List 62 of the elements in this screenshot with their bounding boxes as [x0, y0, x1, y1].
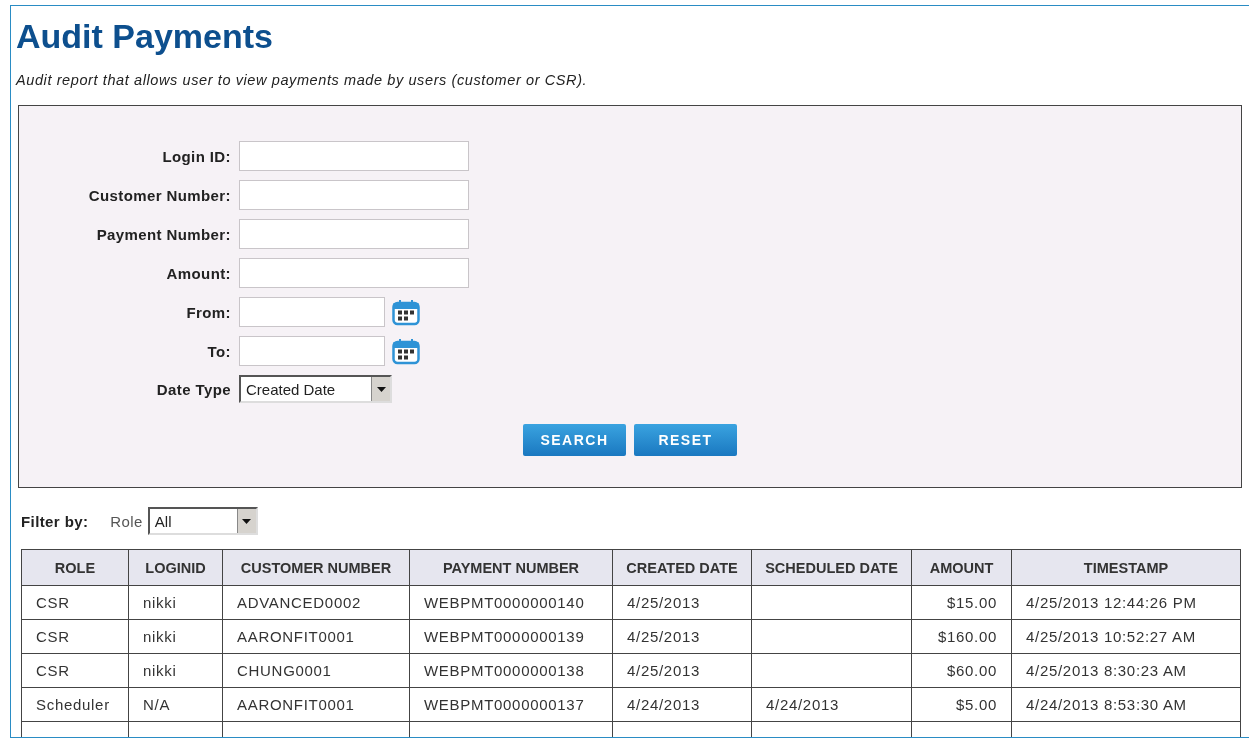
reset-button[interactable]: RESET — [634, 424, 737, 456]
table-cell: Scheduler — [21, 687, 129, 722]
table-cell: WEBPMT0000000140 — [409, 585, 613, 620]
field-label: Login ID: — [162, 147, 231, 165]
caret-icon — [242, 518, 252, 524]
page-description: Audit report that allows user to view payments made by users (customer or CSR). — [16, 72, 589, 88]
table-cell: $15.00 — [911, 585, 1012, 620]
date-type-dropdown[interactable]: Created Date — [239, 375, 392, 403]
table-cell: CSR — [21, 585, 129, 620]
table-cell: 4/24/2013 — [751, 687, 912, 722]
table-cell: 4/25/2013 — [612, 653, 752, 688]
field-label: Payment Number: — [96, 225, 231, 243]
table-cell: 4/24/2013 8:53:30 AM — [1011, 687, 1241, 722]
table-cell: N/A — [128, 687, 223, 722]
column-header[interactable]: CUSTOMER NUMBER — [222, 549, 410, 586]
caret-icon — [376, 386, 386, 392]
table-cell: AARONFIT0001 — [222, 619, 410, 654]
field-label: From: — [186, 303, 231, 321]
table-cell: nikki — [128, 585, 223, 620]
page-title: Audit Payments — [16, 16, 274, 57]
table-cell: 4/25/2013 10:52:27 AM — [1011, 619, 1241, 654]
field-label: Customer Number: — [88, 186, 231, 204]
table-cell: WEBPMT0000000138 — [409, 653, 613, 688]
table-cell: CSR — [21, 653, 129, 688]
date-field[interactable] — [239, 336, 385, 366]
calendar-icon[interactable] — [392, 337, 420, 365]
table-cell: 4/25/2013 — [612, 619, 752, 654]
column-header[interactable]: SCHEDULED DATE — [751, 549, 912, 586]
text-field[interactable] — [239, 219, 469, 249]
calendar-icon[interactable] — [392, 298, 420, 326]
table-cell: 4/25/2013 8:30:23 AM — [1011, 653, 1241, 688]
table-cell: 4/25/2013 12:44:26 PM — [1011, 585, 1241, 620]
column-header[interactable]: AMOUNT — [911, 549, 1012, 586]
table-cell: $160.00 — [911, 619, 1012, 654]
field-label: Amount: — [166, 264, 231, 282]
column-header[interactable]: PAYMENT NUMBER — [409, 549, 613, 586]
table-cell: nikki — [128, 619, 223, 654]
field-label: To: — [207, 342, 231, 360]
column-header[interactable]: LOGINID — [128, 549, 223, 586]
table-cell: $5.00 — [911, 687, 1012, 722]
search-button[interactable]: SEARCH — [523, 424, 626, 456]
table-cell: WEBPMT0000000139 — [409, 619, 613, 654]
text-field[interactable] — [239, 258, 469, 288]
table-cell: $60.00 — [911, 653, 1012, 688]
table-cell: 4/25/2013 — [612, 585, 752, 620]
table-cell: 4/24/2013 — [612, 687, 752, 722]
table-cell: AARONFIT0001 — [222, 687, 410, 722]
text-field[interactable] — [239, 180, 469, 210]
table-cell: ADVANCED0002 — [222, 585, 410, 620]
role-dropdown[interactable]: All — [147, 507, 258, 535]
table-cell: WEBPMT0000000137 — [409, 687, 613, 722]
table-cell: CSR — [21, 619, 129, 654]
column-header[interactable]: TIMESTAMP — [1011, 549, 1241, 586]
date-field[interactable] — [239, 297, 385, 327]
column-header[interactable]: ROLE — [21, 549, 129, 586]
text-field[interactable] — [239, 141, 469, 171]
table-cell: nikki — [128, 653, 223, 688]
filter-label: Filter by: — [21, 512, 89, 530]
table-cell: CHUNG0001 — [222, 653, 410, 688]
column-header[interactable]: CREATED DATE — [612, 549, 752, 586]
role-label: Role — [110, 512, 143, 530]
field-label: Date Type — [156, 380, 231, 398]
